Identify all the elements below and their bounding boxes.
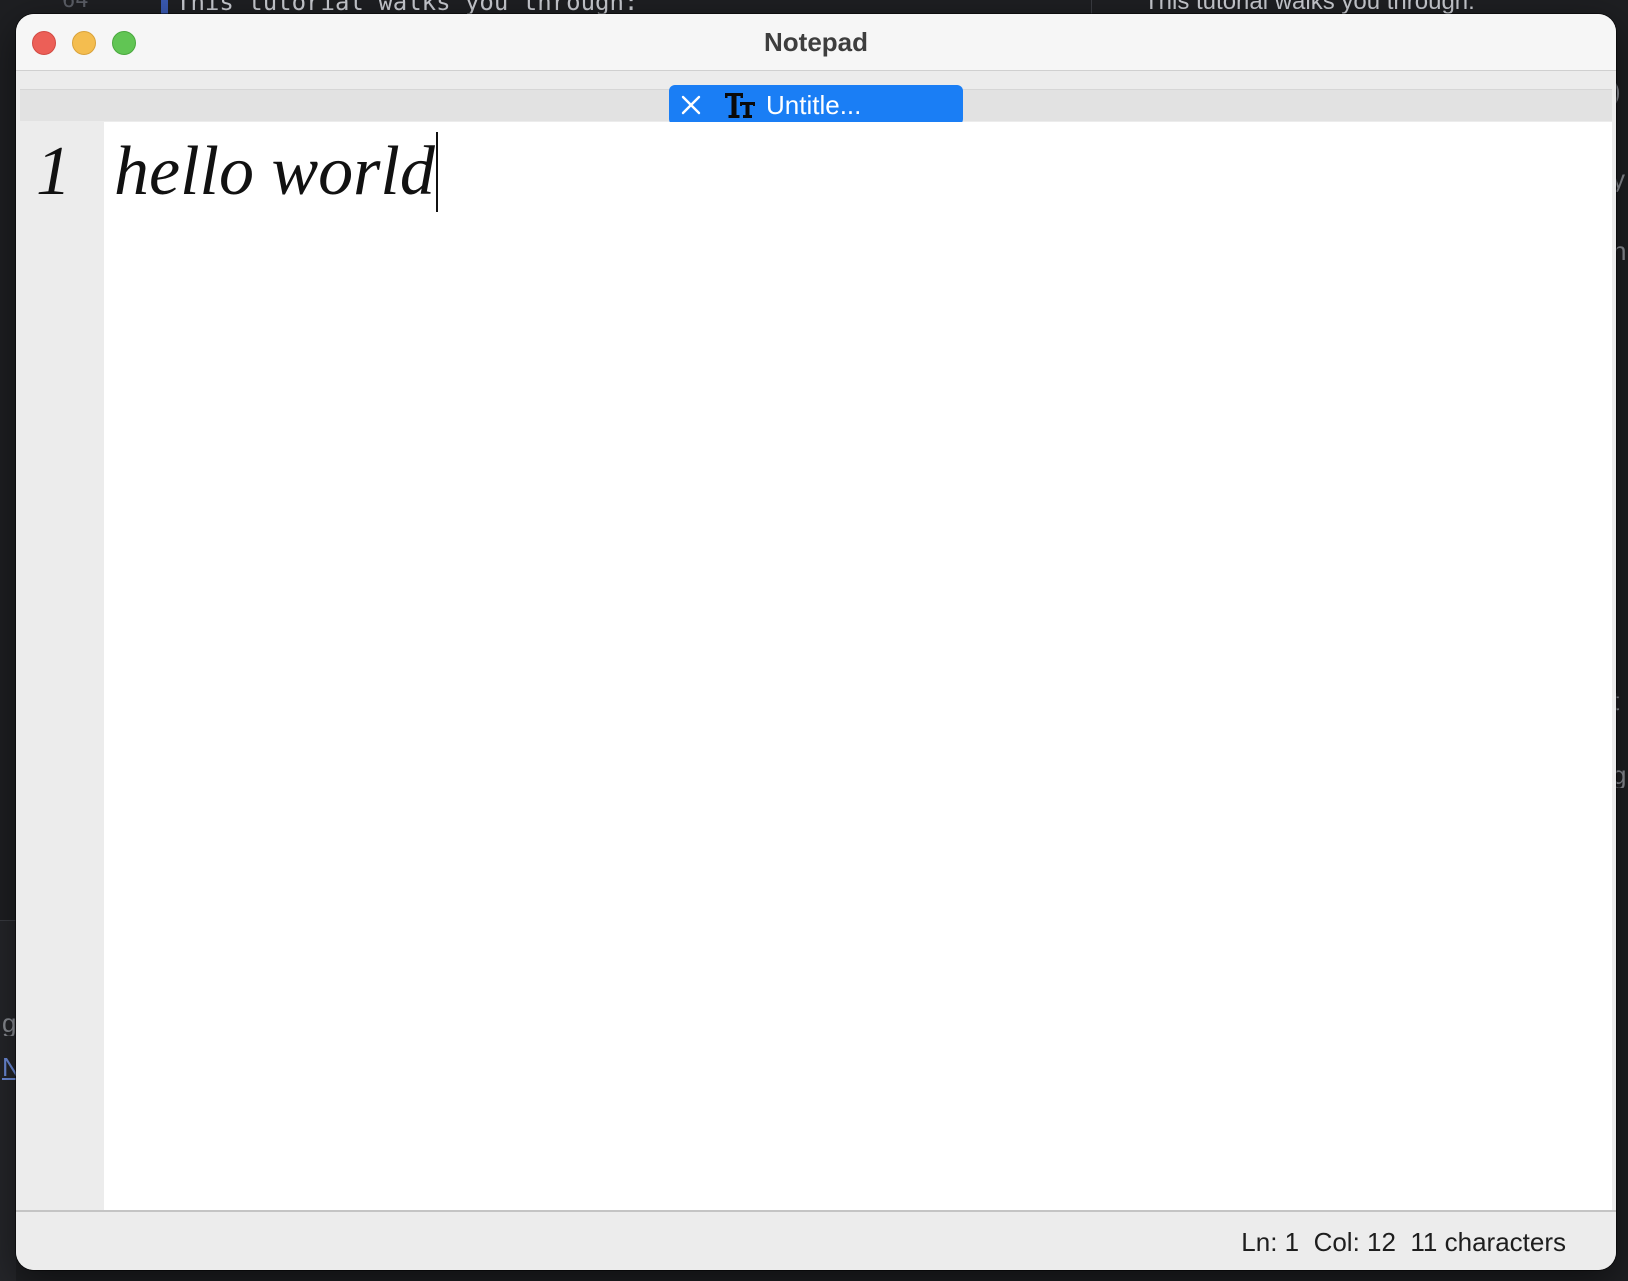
title-bar[interactable]: Notepad <box>16 14 1616 71</box>
background-left-char: g <box>2 1010 16 1036</box>
background-left-link-char: N <box>2 1054 16 1080</box>
background-change-marker <box>161 0 168 14</box>
window-title: Notepad <box>764 27 868 57</box>
close-icon[interactable] <box>679 93 703 117</box>
window-close-button[interactable] <box>32 31 56 55</box>
background-left-panel <box>0 920 16 1281</box>
background-code-row: 64 This tutorial walks you through: This… <box>0 0 1628 16</box>
tab-label: Untitle... <box>766 90 862 120</box>
editor-line-text: hello world <box>114 133 435 210</box>
status-line: Ln: 1 <box>1241 1227 1300 1257</box>
line-number-gutter: 1 <box>20 122 104 1213</box>
text-caret <box>435 132 438 212</box>
status-bar: Ln: 1 Col: 12 11 characters <box>16 1210 1616 1270</box>
text-format-icon <box>723 89 757 121</box>
tab-untitled[interactable]: Untitle... <box>669 85 963 125</box>
status-text: Ln: 1 Col: 12 11 characters <box>1241 1212 1566 1270</box>
window-zoom-button[interactable] <box>112 31 136 55</box>
background-line-number: 64 <box>62 0 89 13</box>
window-minimize-button[interactable] <box>72 31 96 55</box>
notepad-window: Notepad Untitle... 1 hello world Ln: 1 C… <box>16 14 1616 1270</box>
status-character-count: 11 characters <box>1410 1227 1566 1257</box>
editor-line[interactable]: hello world <box>114 132 438 212</box>
line-number: 1 <box>36 133 71 210</box>
status-column: Col: 12 <box>1313 1227 1396 1257</box>
background-divider <box>1091 0 1092 14</box>
text-area[interactable]: hello world <box>104 122 1612 1213</box>
editor: 1 hello world <box>20 122 1612 1213</box>
